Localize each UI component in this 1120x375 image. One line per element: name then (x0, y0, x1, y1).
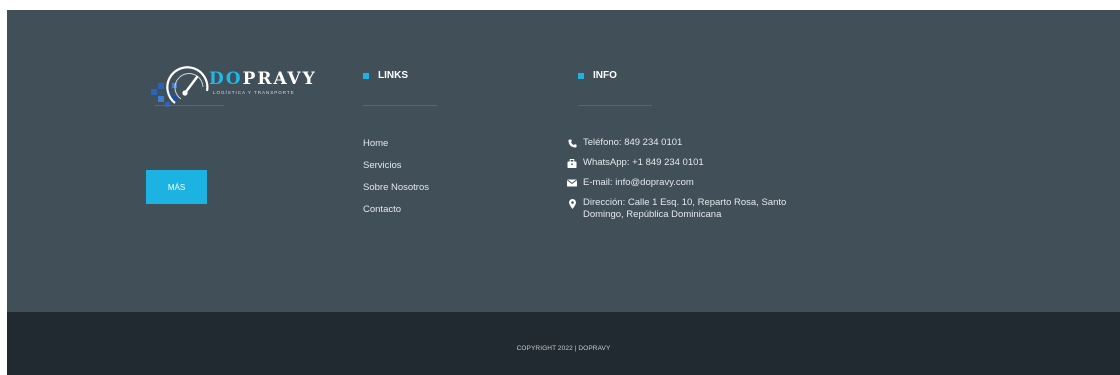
whatsapp-text[interactable]: WhatsApp: +1 849 234 0101 (583, 157, 704, 169)
logo-tagline: LOGÍSTICA Y TRANSPORTE (213, 90, 295, 95)
mas-button[interactable]: MÁS (146, 170, 207, 204)
info-heading: INFO (578, 70, 617, 81)
links-heading-label: LINKS (378, 70, 408, 81)
link-servicios[interactable]: Servicios (363, 159, 429, 181)
copyright-bar: COPYRIGHT 2022 | DOPRAVY (7, 312, 1120, 375)
links-list: Home Servicios Sobre Nosotros Contacto (363, 137, 429, 225)
links-heading-marker (363, 72, 369, 79)
envelope-icon (566, 179, 578, 187)
info-whatsapp: WhatsApp: +1 849 234 0101 (566, 157, 788, 169)
link-contacto[interactable]: Contacto (363, 203, 429, 225)
copyright-text: COPYRIGHT 2022 | DOPRAVY (516, 345, 611, 352)
link-sobre-nosotros[interactable]: Sobre Nosotros (363, 181, 429, 203)
logo-wordmark: DOPRAVY (209, 69, 317, 89)
site-footer: DOPRAVY LOGÍSTICA Y TRANSPORTE MÁS LINKS… (7, 10, 1120, 312)
phone-icon (566, 139, 578, 148)
links-divider (363, 105, 437, 106)
map-marker-icon (566, 199, 578, 209)
address-text: Dirección: Calle 1 Esq. 10, Reparto Rosa… (583, 197, 787, 220)
briefcase-icon (566, 159, 578, 168)
links-heading: LINKS (363, 70, 408, 81)
info-heading-label: INFO (593, 70, 617, 81)
logo-underline (154, 105, 224, 106)
info-heading-marker (578, 72, 584, 79)
dopravy-logo[interactable]: DOPRAVY LOGÍSTICA Y TRANSPORTE (147, 55, 347, 119)
info-email: E-mail: info@dopravy.com (566, 177, 788, 189)
phone-text[interactable]: Teléfono: 849 234 0101 (583, 137, 682, 149)
info-address: Dirección: Calle 1 Esq. 10, Reparto Rosa… (566, 197, 788, 221)
info-divider (578, 105, 652, 106)
link-home[interactable]: Home (363, 137, 429, 159)
email-text[interactable]: E-mail: info@dopravy.com (583, 177, 694, 189)
info-phone: Teléfono: 849 234 0101 (566, 137, 788, 149)
info-list: Teléfono: 849 234 0101 WhatsApp: +1 849 … (566, 137, 788, 229)
